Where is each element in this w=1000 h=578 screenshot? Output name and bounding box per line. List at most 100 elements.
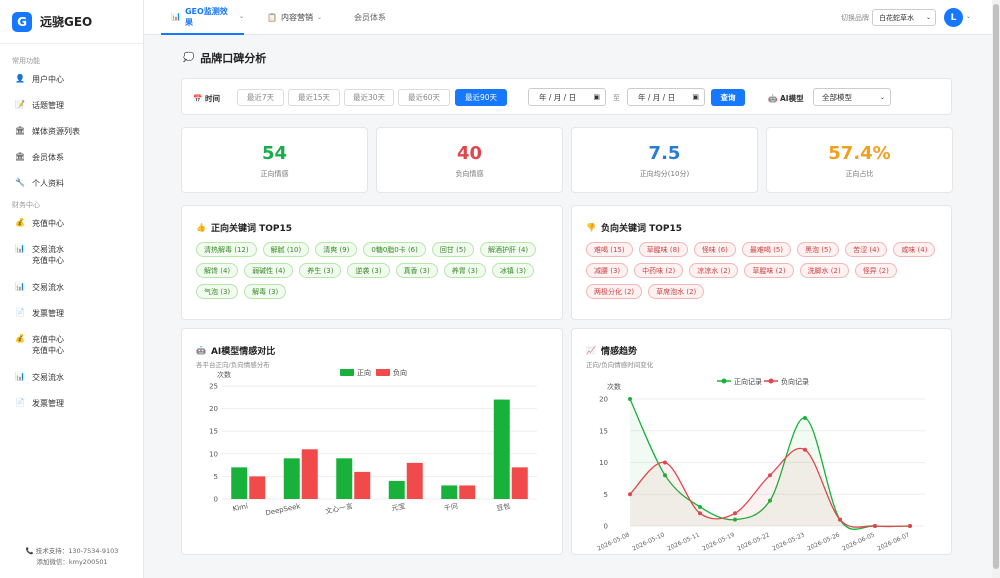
keyword-tag[interactable]: 逆袭 (3)	[347, 263, 390, 278]
x-tick-label: 豆包	[496, 501, 512, 513]
keyword-tag[interactable]: 怪味 (6)	[693, 242, 736, 257]
keyword-tag[interactable]: 回甘 (5)	[431, 242, 475, 257]
keyword-tag[interactable]: 0糖0脂0卡 (6)	[363, 242, 426, 257]
sentiment-trend-card: 📈 情感趋势 正向/负向情感时间变化 次数 0 5 10 15 20 正向记录 负向记录 2026…	[571, 328, 952, 555]
menu-label: 媒体资源列表	[32, 127, 80, 136]
range-60-button[interactable]: 最近60天	[398, 89, 450, 106]
y-tick-label: 15	[599, 427, 608, 435]
range-90-button[interactable]: 最近90天	[455, 89, 507, 106]
keyword-tag[interactable]: 苦涩 (4)	[845, 242, 888, 257]
logo-icon: G	[12, 11, 32, 32]
tab-label: 内容营销	[280, 13, 313, 22]
data-point	[628, 397, 632, 401]
keyword-tag[interactable]: 清热解毒 (12)	[196, 242, 257, 257]
scrollbar-thumb[interactable]	[993, 4, 999, 569]
keyword-tag[interactable]: 最难喝 (5)	[741, 242, 792, 257]
keyword-tag[interactable]: 难喝 (15)	[586, 242, 633, 257]
app-name: 远骁GEO	[40, 15, 93, 29]
keyword-tag[interactable]: 草腥味 (8)	[638, 242, 688, 257]
keyword-tag[interactable]: 咸味 (4)	[893, 242, 936, 257]
x-tick-label: 2026-05-23	[771, 531, 806, 552]
sidebar-finance-item-2[interactable]: 📊 交易流水	[0, 274, 143, 300]
support-phone: 📞 技术支持：130-7534-9103	[0, 546, 144, 557]
keyword-tag[interactable]: 解馋 (4)	[196, 263, 239, 278]
keyword-tag[interactable]: 两极分化 (2)	[586, 284, 643, 299]
avatar[interactable]: L	[944, 8, 963, 27]
card-subtitle: 正向/负向情感时间变化	[586, 361, 654, 369]
chevron-down-icon[interactable]: ⌄	[966, 13, 971, 20]
keyword-tag[interactable]: 中药味 (2)	[634, 263, 684, 278]
keyword-tag[interactable]: 洗脚水 (2)	[799, 263, 849, 278]
keyword-tag[interactable]: 草腥味 (2)	[744, 263, 794, 278]
brand-switch-label: 切换品牌	[841, 14, 869, 22]
support-text: 技术支持：130-7534-9103	[35, 547, 119, 555]
keyword-tag[interactable]: 真香 (3)	[395, 263, 438, 278]
menu-icon: 📊	[15, 372, 25, 381]
y-tick-label: 5	[604, 491, 608, 499]
calendar-icon[interactable]: ▣	[692, 93, 699, 101]
sidebar-finance-item-3[interactable]: 📄 发票管理	[0, 300, 143, 326]
keyword-tag[interactable]: 草席泡水 (2)	[648, 284, 705, 299]
keyword-tag[interactable]: 解毒 (3)	[244, 284, 287, 299]
menu-label: 充值中心	[32, 346, 64, 355]
keyword-tag[interactable]: 冰镇 (3)	[491, 263, 534, 278]
sidebar-finance-item-1[interactable]: 📊 交易流水 充值中心	[0, 236, 143, 274]
section-finance: 财务中心	[12, 201, 40, 209]
sidebar-item-3[interactable]: 🏛 会员体系	[0, 144, 143, 170]
query-button[interactable]: 查询	[711, 89, 745, 106]
sidebar-footer: 📞 技术支持：130-7534-9103 添加微信：kmy200501	[0, 546, 144, 568]
keyword-tag[interactable]: 清爽 (9)	[315, 242, 358, 257]
keyword-tag[interactable]: 黑泡 (5)	[797, 242, 840, 257]
keyword-tag[interactable]: 养生 (3)	[299, 263, 342, 278]
range-7-button[interactable]: 最近7天	[237, 89, 284, 106]
tab-membership[interactable]: 会员体系	[354, 0, 386, 35]
sidebar-finance-item-4[interactable]: 💰 充值中心 充值中心	[0, 326, 143, 364]
date-start-input[interactable]: 年 / 月 / 日 ▣	[528, 88, 606, 106]
model-select[interactable]: 全部模型 ⌄	[813, 88, 891, 106]
clipboard-icon: 📋	[267, 13, 277, 22]
robot-icon: 🤖	[768, 94, 778, 103]
keyword-tag[interactable]: 解腻 (10)	[262, 242, 310, 257]
logo[interactable]: G 远骁GEO	[0, 0, 143, 44]
trend-chart-icon: 📈	[586, 346, 596, 355]
keyword-tag[interactable]: 养胃 (3)	[443, 263, 486, 278]
x-tick-label: 2026-05-11	[666, 531, 701, 552]
sidebar-item-4[interactable]: 🔧 个人资料	[0, 170, 143, 196]
keyword-tag[interactable]: 怪异 (2)	[854, 263, 897, 278]
brand-select[interactable]: 白花蛇草水 ⌄	[872, 9, 936, 26]
data-point	[698, 504, 702, 509]
menu-icon: 💰	[15, 334, 25, 343]
range-15-button[interactable]: 最近15天	[288, 89, 340, 106]
keyword-tag[interactable]: 气泡 (3)	[196, 284, 239, 299]
y-axis-label: 次数	[607, 382, 621, 391]
y-tick-label: 20	[599, 396, 608, 404]
chart-icon: 📊	[171, 12, 181, 21]
sidebar-item-2[interactable]: 🏛 媒体资源列表	[0, 118, 143, 144]
sidebar-item-0[interactable]: 👤 用户中心	[0, 66, 143, 92]
keyword-tag[interactable]: 解酒护肝 (4)	[480, 242, 537, 257]
menu-label: 个人资料	[32, 179, 64, 188]
card-title: 👍 正向关键词 TOP15	[196, 223, 293, 234]
keyword-tag[interactable]: 减腰 (3)	[586, 263, 629, 278]
tab-geo-monitor[interactable]: 📊 GEO监测效果 ⌄	[161, 0, 244, 35]
sidebar-finance-item-6[interactable]: 📄 发票管理	[0, 390, 143, 416]
range-30-button[interactable]: 最近30天	[344, 89, 394, 106]
legend-label: 正向	[357, 369, 371, 377]
menu-icon: 📊	[15, 282, 25, 291]
legend-label: 负向	[393, 369, 407, 377]
topbar: 📊 GEO监测效果 ⌄ 📋 内容营销 ⌄ 会员体系 切换品牌 白花蛇草水 ⌄ L…	[144, 0, 992, 35]
scrollbar[interactable]	[992, 0, 1000, 578]
sidebar-item-1[interactable]: 📝 话题管理	[0, 92, 143, 118]
keyword-tag[interactable]: 凉凉水 (2)	[689, 263, 739, 278]
x-tick-label: 2026-05-10	[631, 531, 666, 552]
data-point	[733, 511, 737, 516]
tab-label: 会员体系	[354, 13, 386, 22]
tab-content-marketing[interactable]: 📋 内容营销 ⌄	[267, 0, 322, 35]
calendar-icon[interactable]: ▣	[593, 93, 600, 101]
keyword-tag[interactable]: 弱碱性 (4)	[244, 263, 294, 278]
date-end-input[interactable]: 年 / 月 / 日 ▣	[627, 88, 705, 106]
legend-swatch	[376, 369, 390, 376]
sidebar-finance-item-5[interactable]: 📊 交易流水	[0, 364, 143, 390]
sidebar-finance-item-0[interactable]: 💰 充值中心	[0, 210, 143, 236]
data-point	[908, 524, 912, 528]
